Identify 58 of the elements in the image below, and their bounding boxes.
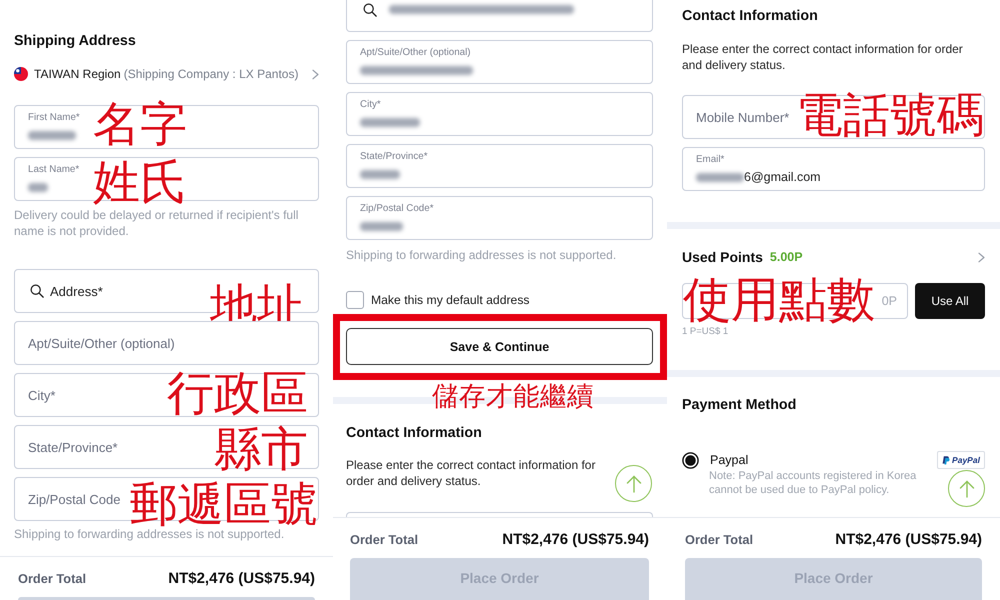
order-total-label: Order Total	[685, 532, 754, 546]
checkbox-label: Make this my default address	[371, 293, 530, 307]
field-label: Email*	[696, 154, 724, 165]
chevron-right-icon[interactable]	[978, 252, 985, 262]
helper-text: Note: PayPal accounts registered in Korea cannot be used due to PayPal policy.	[708, 469, 918, 497]
field-label: Apt/Suite/Other (optional)	[360, 47, 471, 58]
section-title: Used Points	[682, 249, 763, 265]
input-field[interactable]: Zip/Postal Code*	[346, 196, 653, 240]
save-continue-button[interactable]: Save & Continue	[346, 328, 653, 365]
helper-text: Delivery could be delayed or returned if recipient's full name is not provided.	[14, 207, 300, 239]
order-total-label: Order Total	[18, 570, 86, 586]
order-total-amount: NT$2,476 (US$75.94)	[835, 530, 982, 548]
radio-button[interactable]	[682, 452, 699, 468]
helper-text: Shipping to forwarding addresses is not supported.	[346, 247, 618, 263]
points-balance: 5.00P	[770, 250, 803, 264]
description-text: Please enter the correct contact information for order and delivery status.	[682, 41, 964, 73]
input-field[interactable]: State/Province* 縣市	[14, 425, 319, 469]
order-total-amount: NT$2,476 (US$75.94)	[502, 530, 649, 548]
input-field[interactable]: Email* 6@gmail.com	[682, 147, 985, 191]
annotation-text: 名字	[93, 101, 187, 148]
use-all-button[interactable]: Use All	[915, 283, 985, 319]
input-field[interactable]	[346, 512, 653, 517]
flag-icon	[14, 67, 28, 81]
shipping-carrier: (Shipping Company : LX Pantos)	[124, 67, 298, 81]
annotation-text: 郵遞區號	[130, 481, 318, 528]
order-total-label: Order Total	[350, 532, 418, 546]
section-title: Shipping Address	[14, 32, 137, 50]
annotation-text: 電話號碼	[796, 92, 984, 139]
section-title: Contact Information	[682, 7, 819, 25]
scroll-to-top-button[interactable]	[615, 465, 652, 502]
chevron-right-icon[interactable]	[312, 68, 319, 80]
order-total-amount: NT$2,476 (US$75.94)	[168, 570, 315, 586]
field-label: First Name*	[28, 112, 80, 123]
scroll-to-top-button[interactable]	[948, 470, 985, 507]
field-value: 6@gmail.com	[744, 170, 821, 184]
field-label: City*	[360, 99, 381, 110]
annotation-text: 使用點數	[683, 276, 875, 324]
field-label: State/Province*	[360, 151, 428, 162]
annotation-text: 行政區	[167, 370, 308, 417]
section-title: Contact Information	[346, 424, 483, 442]
section-title: Payment Method	[682, 396, 798, 414]
annotation-text: 儲存才能繼續	[432, 384, 594, 410]
description-text: Please enter the correct contact information for order and delivery status.	[346, 457, 596, 489]
input-field[interactable]: Apt/Suite/Other (optional)	[14, 321, 319, 365]
input-field[interactable]	[346, 0, 653, 32]
input-field[interactable]: Apt/Suite/Other (optional)	[346, 40, 653, 84]
logo-mark-icon	[942, 456, 950, 464]
checkbox[interactable]	[346, 291, 364, 309]
input-field[interactable]: City*	[346, 92, 653, 136]
helper-text: Shipping to forwarding addresses is not supported.	[14, 526, 286, 542]
logo-text: PayPal	[952, 455, 980, 465]
helper-text: 1 P=US$ 1	[682, 326, 730, 338]
field-label: Last Name*	[28, 164, 80, 175]
field-label: Zip/Postal Code*	[360, 203, 434, 214]
region-name: TAIWAN Region	[34, 67, 121, 81]
input-field[interactable]: State/Province*	[346, 144, 653, 188]
radio-label: Paypal	[710, 453, 748, 467]
input-field[interactable]: City* 行政區	[14, 373, 319, 417]
